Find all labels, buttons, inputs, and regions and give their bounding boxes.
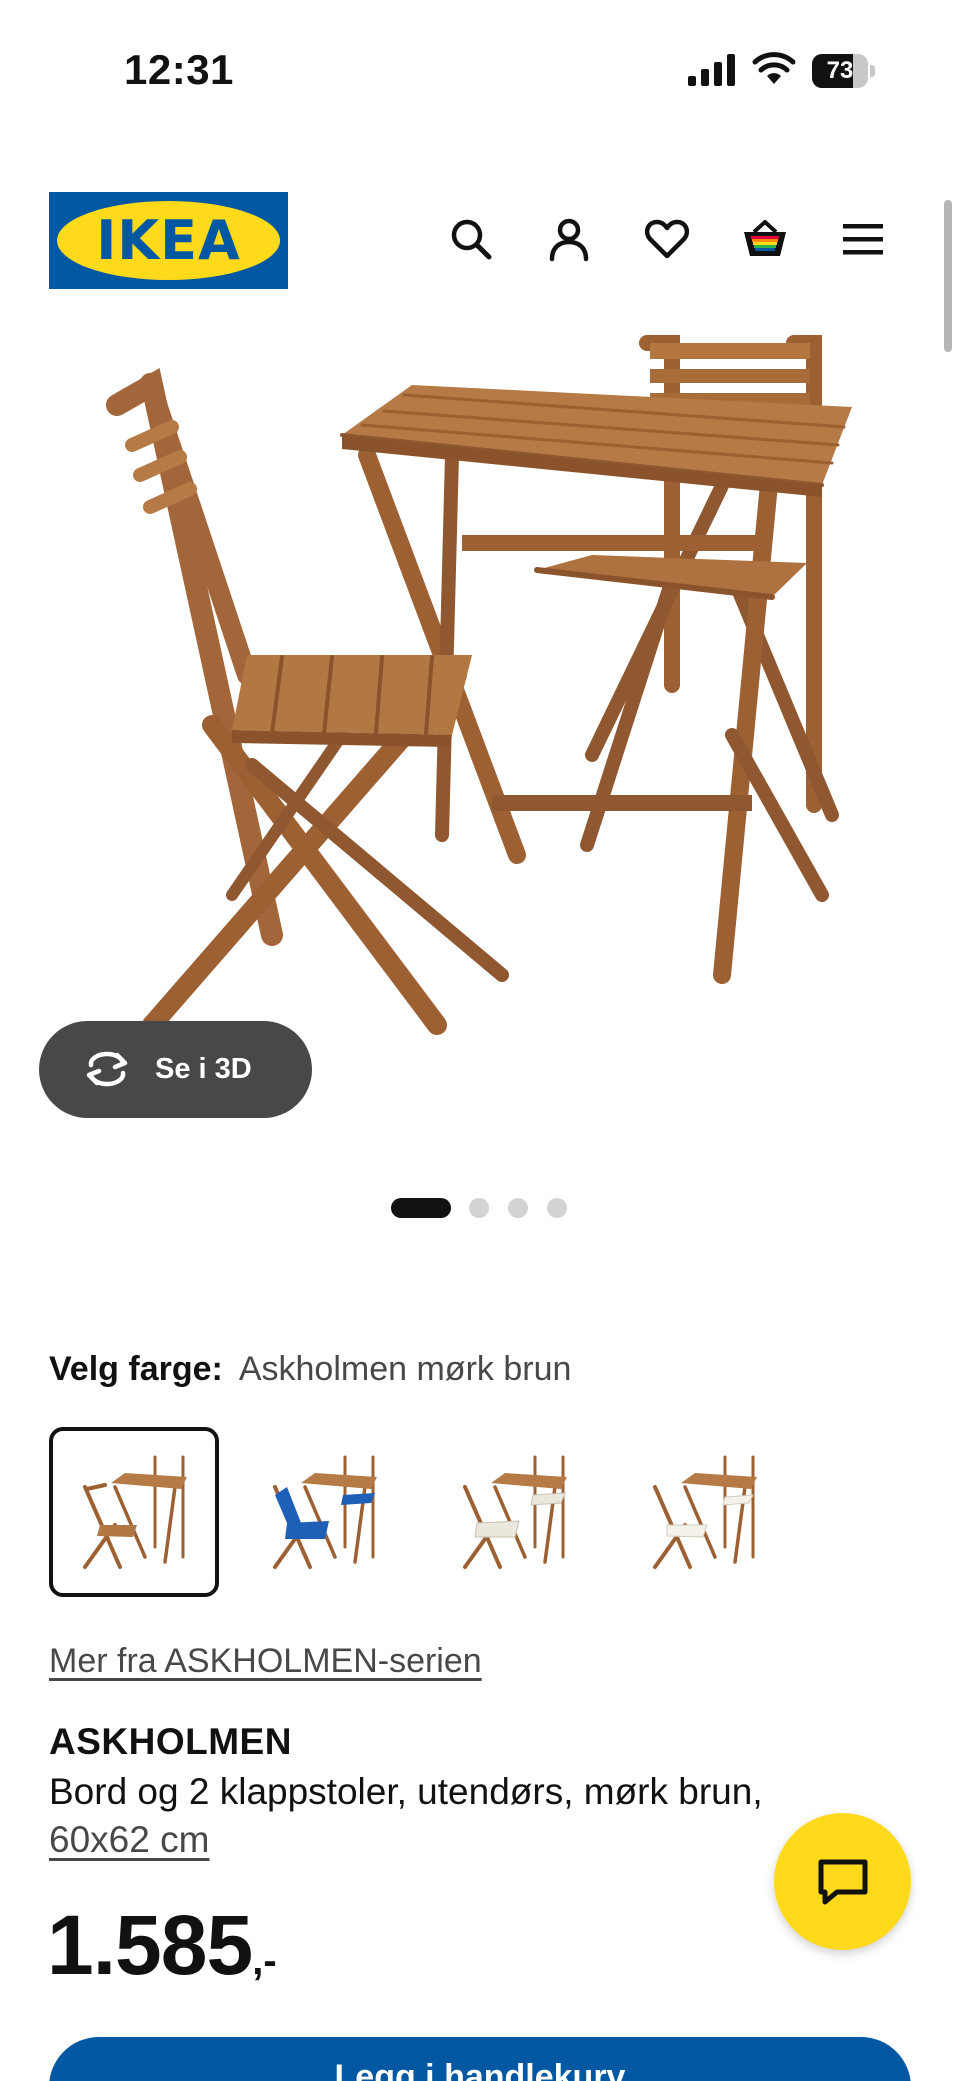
heart-icon[interactable] <box>642 214 692 264</box>
swatch-thumbnail <box>273 1455 377 1569</box>
color-swatches <box>49 1427 879 1597</box>
menu-icon[interactable] <box>838 214 888 264</box>
price-suffix: ,- <box>252 1939 277 1983</box>
product-size-link[interactable]: 60x62 cm <box>49 1816 209 1864</box>
product-name: ASKHOLMEN <box>49 1721 292 1762</box>
logo-text: IKEA <box>96 209 241 272</box>
chat-icon <box>818 1859 867 1904</box>
pagination-dot[interactable] <box>508 1198 528 1218</box>
status-bar: 12:31 73 <box>0 0 960 140</box>
selected-color-value: Askholmen mørk brun <box>238 1350 572 1388</box>
color-swatch-white-cushion[interactable] <box>429 1427 599 1597</box>
color-swatch-brown[interactable] <box>49 1427 219 1597</box>
ikea-logo[interactable]: IKEA <box>49 192 288 289</box>
product-price: 1.585,- <box>47 1897 277 1997</box>
product-description: Bord og 2 klappstoler, utendørs, mørk br… <box>49 1771 763 1812</box>
view-3d-button[interactable]: Se i 3D <box>39 1021 312 1118</box>
swatch-thumbnail <box>653 1455 757 1569</box>
view-3d-label: Se i 3D <box>155 1053 252 1085</box>
scrollbar-thumb[interactable] <box>944 200 952 352</box>
color-label-key: Velg farge: <box>49 1350 223 1388</box>
rotate-3d-icon <box>86 1051 128 1087</box>
shopping-bag-icon[interactable] <box>740 214 790 264</box>
user-icon[interactable] <box>544 214 594 264</box>
product-image[interactable] <box>32 335 918 1115</box>
site-header: IKEA <box>0 192 960 292</box>
battery-level: 73 <box>826 57 854 84</box>
chat-button[interactable] <box>774 1813 911 1950</box>
gallery-pagination <box>0 1196 960 1218</box>
wifi-icon <box>752 52 796 84</box>
pagination-dot[interactable] <box>391 1198 451 1218</box>
battery-icon: 73 <box>812 54 876 88</box>
status-time: 12:31 <box>124 46 234 93</box>
pagination-dot[interactable] <box>547 1198 567 1218</box>
add-to-cart-button[interactable]: Legg i handlekurv <box>49 2037 911 2081</box>
swatch-thumbnail <box>463 1455 567 1569</box>
color-swatch-blue-cushion[interactable] <box>239 1427 409 1597</box>
swatch-thumbnail <box>83 1455 187 1569</box>
price-integer: 1.585 <box>47 1898 253 1992</box>
color-swatch-white-cushion-2[interactable] <box>619 1427 789 1597</box>
pagination-dot[interactable] <box>469 1198 489 1218</box>
series-link[interactable]: Mer fra ASKHOLMEN-serien <box>49 1642 482 1681</box>
signal-icon <box>688 54 735 86</box>
color-picker-label: Velg farge: Askholmen mørk brun <box>49 1350 571 1389</box>
logo-oval: IKEA <box>57 201 280 280</box>
search-icon[interactable] <box>446 214 496 264</box>
